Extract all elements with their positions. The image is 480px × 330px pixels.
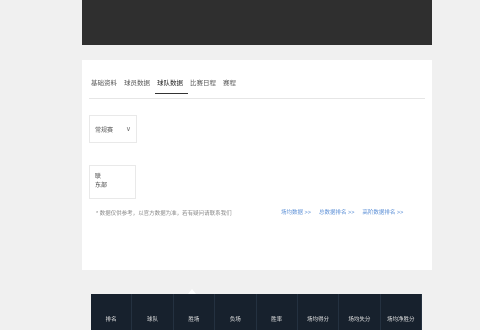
tab-match-schedule[interactable]: 比赛日程 <box>188 75 221 93</box>
stats-links: 场均数据 >> 总数据排名 >> 高阶数据排名 >> <box>281 208 403 216</box>
col-avg-margin[interactable]: 场均净胜分 <box>381 294 422 330</box>
disclaimer-note: * 数据仅供参考，以官方数据为准，若有疑问请联系我们 <box>96 211 232 217</box>
filter-line-2: 东部 <box>95 183 108 189</box>
col-losses[interactable]: 负场 <box>215 294 257 330</box>
chevron-down-icon: ∨ <box>125 126 131 133</box>
link-average-stats[interactable]: 场均数据 >> <box>281 208 311 216</box>
season-type-value: 常规赛 <box>95 127 114 134</box>
standings-table-header: 排名 球队 胜场 负场 胜率 场均得分 场均失分 场均净胜分 <box>91 294 422 330</box>
col-win-pct[interactable]: 胜率 <box>257 294 298 330</box>
link-total-ranking[interactable]: 总数据排名 >> <box>319 208 354 216</box>
content-panel: 基础资料 球员数据 球队数据 比赛日程 赛程 常规赛 ∨ 联 东部 * 数据仅供… <box>82 60 432 330</box>
tab-bar: 基础资料 球员数据 球队数据 比赛日程 赛程 <box>89 75 241 99</box>
col-wins[interactable]: 胜场 <box>174 294 216 330</box>
tab-divider <box>89 98 425 99</box>
top-banner <box>82 0 432 45</box>
col-team[interactable]: 球队 <box>132 294 174 330</box>
tab-fixtures[interactable]: 赛程 <box>221 75 241 93</box>
link-advanced-ranking[interactable]: 高阶数据排名 >> <box>362 208 403 216</box>
tab-player-stats[interactable]: 球员数据 <box>122 75 155 93</box>
filter-line-1: 联 <box>95 174 102 180</box>
conference-filter[interactable]: 联 东部 <box>89 165 136 199</box>
season-type-select[interactable]: 常规赛 ∨ <box>89 115 137 143</box>
col-rank[interactable]: 排名 <box>91 294 133 330</box>
tab-team-stats[interactable]: 球队数据 <box>155 75 188 94</box>
col-avg-allowed[interactable]: 场均失分 <box>339 294 381 330</box>
tab-basic-info[interactable]: 基础资料 <box>89 75 122 93</box>
col-avg-points[interactable]: 场均得分 <box>298 294 340 330</box>
